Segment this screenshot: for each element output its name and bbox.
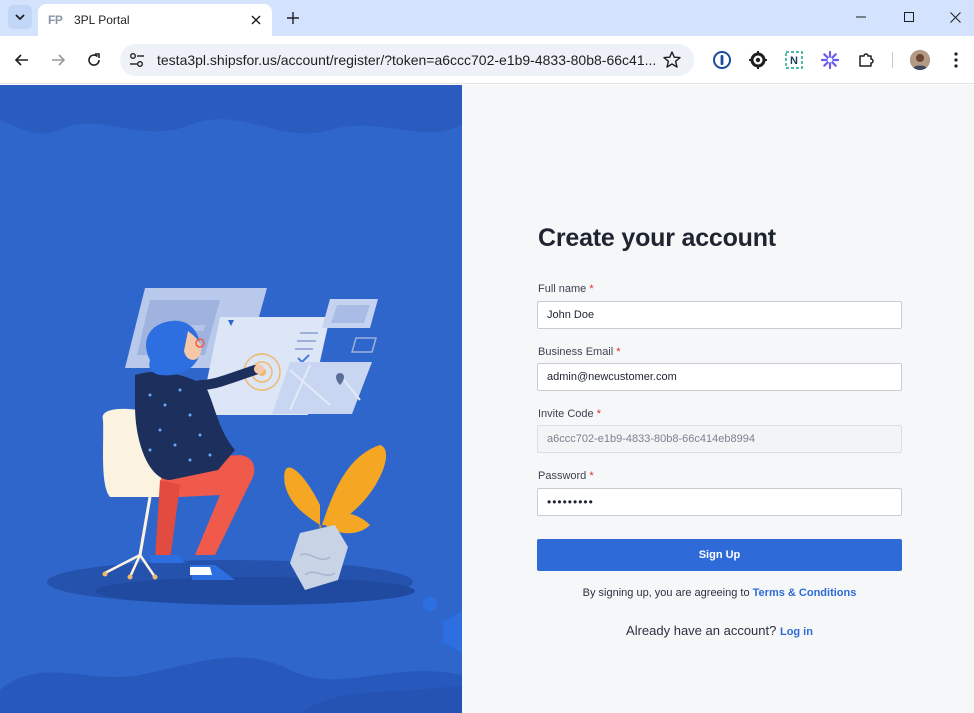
tab-close-button[interactable] [246,10,266,30]
full-name-value: John Doe [547,309,595,321]
terms-notice: By signing up, you are agreeing to Terms… [537,587,902,599]
close-icon [949,11,961,23]
forward-button[interactable] [46,48,70,72]
arrow-right-icon [52,54,66,66]
maximize-button[interactable] [894,3,924,31]
illustration-panel [0,85,462,713]
password-label: Password * [538,470,594,482]
profile-avatar[interactable] [910,50,930,70]
full-name-label: Full name * [538,283,594,295]
tab-favicon: FP [48,13,63,27]
password-value: ••••••••• [547,495,594,509]
url-text[interactable]: testa3pl.shipsfor.us/account/register/?t… [157,52,657,68]
tab-search-button[interactable] [8,5,32,29]
email-field[interactable]: admin@newcustomer.com [537,363,902,391]
minimize-button[interactable] [846,3,876,31]
browser-tab-bar: FP 3PL Portal [0,0,974,36]
full-name-field[interactable]: John Doe [537,301,902,329]
reload-button[interactable] [82,48,106,72]
terms-link[interactable]: Terms & Conditions [753,587,857,599]
back-button[interactable] [10,48,34,72]
minimize-icon [856,16,866,18]
password-field[interactable]: ••••••••• [537,488,902,516]
password-manager-extension-icon[interactable] [713,51,731,69]
login-prompt: Already have an account? Log in [537,623,902,638]
svg-text:N: N [790,55,798,67]
sparkle-extension-icon[interactable] [821,51,839,69]
email-label: Business Email * [538,346,621,358]
new-tab-button[interactable] [282,7,304,29]
n-extension-icon[interactable]: N [785,51,803,69]
email-value: admin@newcustomer.com [547,371,677,383]
tab-title: 3PL Portal [74,13,130,27]
chevron-down-icon [15,14,25,21]
browser-tab[interactable]: FP 3PL Portal [38,4,272,36]
close-window-button[interactable] [940,3,970,31]
extensions-puzzle-icon[interactable] [857,51,875,69]
arrow-left-icon [14,54,28,66]
reload-icon [88,53,100,66]
bookmark-star-icon[interactable] [662,50,682,70]
workspace-illustration [0,85,462,713]
invite-code-label: Invite Code * [538,408,601,420]
login-prefix: Already have an account? [626,623,780,638]
page-title: Create your account [538,224,776,252]
more-vert-icon [954,52,958,68]
browser-menu-button[interactable] [946,50,966,70]
toolbar-separator [892,52,893,68]
form-panel [462,85,974,713]
terms-prefix: By signing up, you are agreeing to [582,587,753,599]
sign-up-button[interactable]: Sign Up [537,539,902,571]
gear-extension-icon[interactable] [749,51,767,69]
login-link[interactable]: Log in [780,626,813,638]
close-icon [251,15,261,25]
browser-toolbar: testa3pl.shipsfor.us/account/register/?t… [0,36,974,84]
site-info-icon[interactable] [128,52,146,68]
plus-icon [287,12,299,24]
maximize-icon [904,12,914,22]
invite-code-field: a6ccc702-e1b9-4833-80b8-66c414eb8994 [537,425,902,453]
address-bar[interactable]: testa3pl.shipsfor.us/account/register/?t… [120,44,694,76]
invite-code-value: a6ccc702-e1b9-4833-80b8-66c414eb8994 [547,433,755,445]
